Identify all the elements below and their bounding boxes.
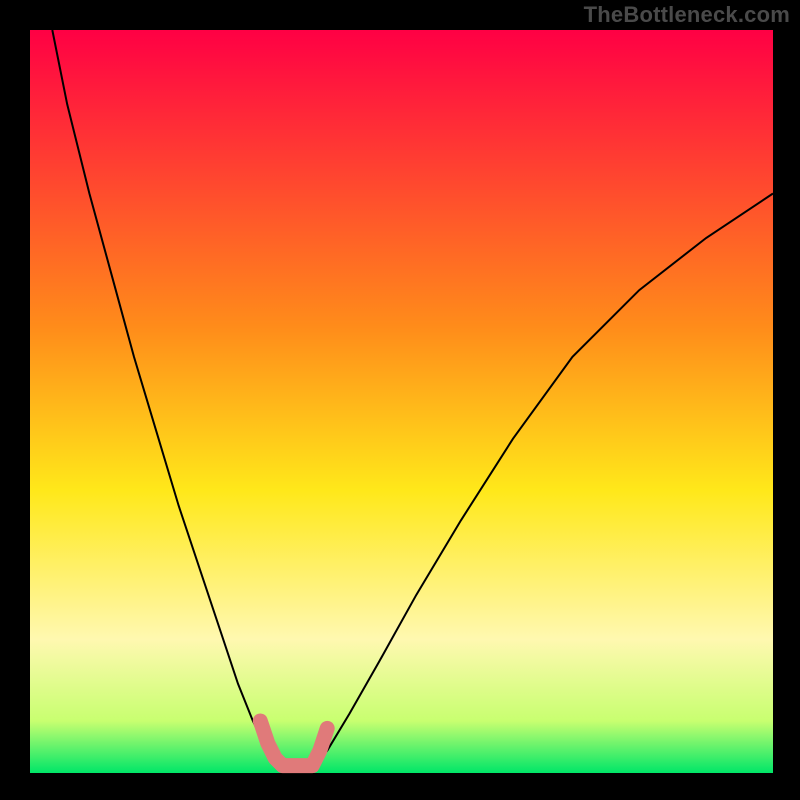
plot-area: [30, 30, 773, 773]
chart-container: TheBottleneck.com: [0, 0, 800, 800]
bottleneck-chart: [0, 0, 800, 800]
watermark-text: TheBottleneck.com: [584, 2, 790, 28]
